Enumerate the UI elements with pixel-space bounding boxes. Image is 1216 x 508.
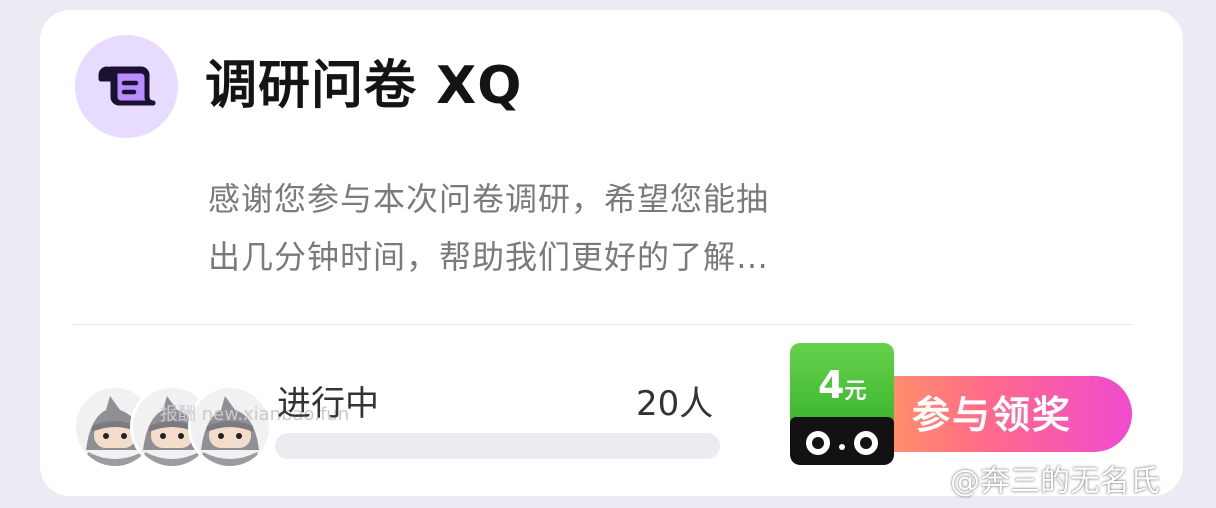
survey-card[interactable]: 调研问卷 XQ 感谢您参与本次问卷调研，希望您能抽 出几分钟时间，帮助我们更好的… [40,10,1183,496]
survey-description: 感谢您参与本次问卷调研，希望您能抽 出几分钟时间，帮助我们更好的了解… [208,170,828,286]
reward-amount-unit: 元 [844,379,867,404]
description-line: 感谢您参与本次问卷调研，希望您能抽 [208,180,770,218]
divider [73,324,1133,325]
description-line: 出几分钟时间，帮助我们更好的了解… [208,238,770,276]
progress-bar [275,433,720,459]
survey-title: 调研问卷 XQ [205,56,523,116]
participant-count: 20人 [636,384,714,424]
avatar [188,385,272,469]
reward-badge-top: 4元 [790,343,894,427]
status-label: 进行中 [277,384,379,424]
join-reward-label[interactable]: 参与领奖 [912,391,1072,439]
reward-badge[interactable]: 4元 [790,343,894,465]
reward-amount-number: 4 [818,363,845,407]
weibo-watermark: @奔三的无名氏 [950,464,1160,499]
tmall-cat-icon [790,417,894,465]
reward-amount: 4元 [818,365,866,413]
scroll-document-icon [75,35,178,138]
